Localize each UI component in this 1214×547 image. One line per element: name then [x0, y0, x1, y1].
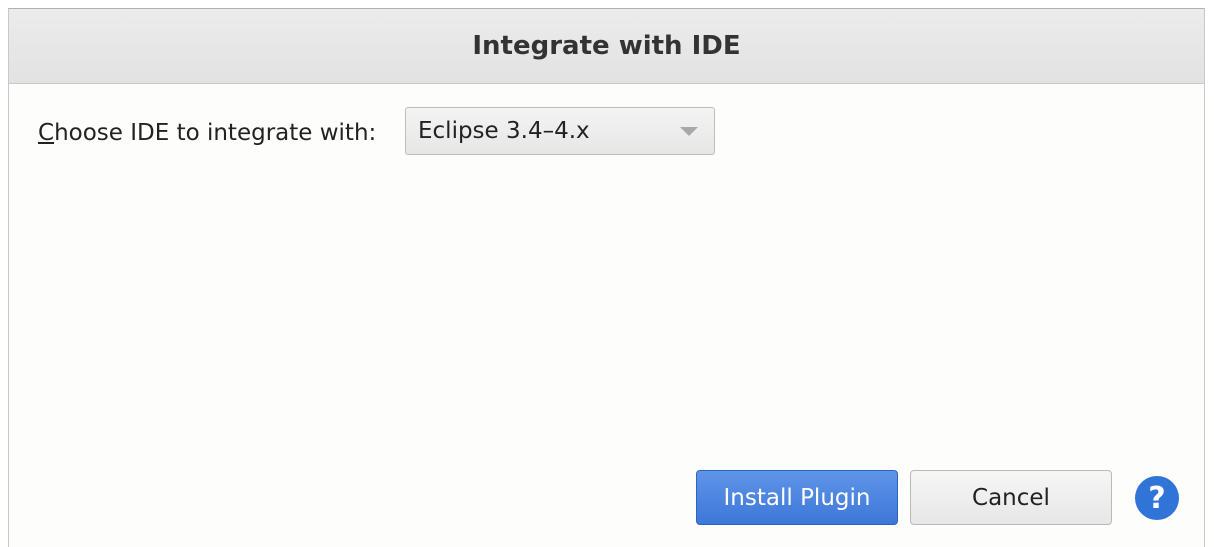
install-plugin-button[interactable]: Install Plugin — [696, 470, 898, 525]
ide-select[interactable]: Eclipse 3.4–4.x — [405, 107, 715, 155]
choose-ide-label-mnemonic: C — [38, 120, 55, 146]
help-icon[interactable]: ? — [1135, 476, 1179, 520]
ide-select-value: Eclipse 3.4–4.x — [418, 118, 590, 144]
dialog-title: Integrate with IDE — [472, 31, 741, 61]
chevron-down-icon — [680, 127, 698, 136]
choose-ide-label: Choose IDE to integrate with: — [38, 118, 376, 148]
dialog-titlebar: Integrate with IDE — [9, 9, 1204, 84]
cancel-button[interactable]: Cancel — [910, 470, 1112, 525]
integrate-ide-dialog: Integrate with IDE Choose IDE to integra… — [8, 8, 1205, 547]
choose-ide-label-text: hoose IDE to integrate with: — [54, 120, 377, 146]
